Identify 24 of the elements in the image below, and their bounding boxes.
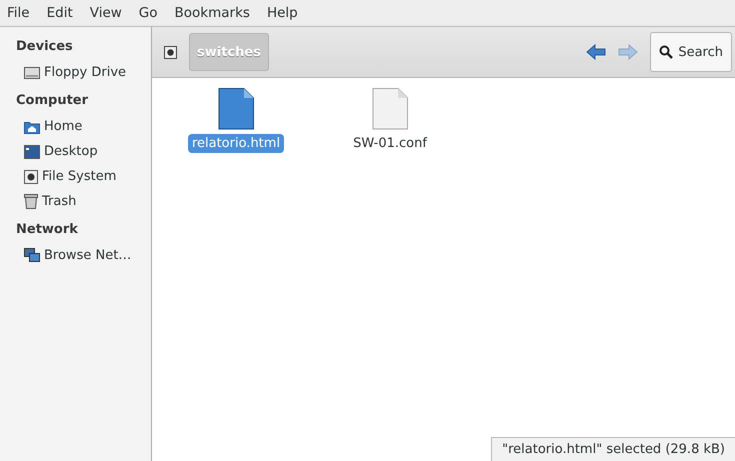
sidebar-heading: Network (15, 221, 79, 239)
search-icon (659, 45, 674, 59)
menu-item[interactable]: Edit (46, 5, 80, 21)
back-arrow-icon[interactable] (586, 44, 606, 60)
drive-icon (24, 66, 40, 80)
menu-item[interactable]: View (90, 5, 129, 21)
network-icon (24, 248, 40, 263)
trash-icon (24, 194, 38, 209)
menu-item[interactable]: Help (266, 5, 305, 21)
drive-icon[interactable] (164, 46, 177, 58)
file-name[interactable]: SW-01.conf (349, 134, 431, 153)
sidebar-heading: Computer (15, 92, 90, 110)
menu-item[interactable]: Go (138, 5, 165, 21)
sidebar-heading: Devices (15, 38, 74, 56)
sidebar-item[interactable]: Browse Net… (0, 241, 151, 270)
folder-icon (24, 120, 40, 134)
menu-item[interactable]: File (7, 5, 37, 21)
sidebar-item[interactable]: Floppy Drive (0, 58, 151, 87)
search-button[interactable]: Search (650, 32, 732, 72)
menu-item[interactable]: Bookmarks (174, 5, 257, 21)
document-icon[interactable] (217, 87, 255, 131)
desktop-icon (24, 144, 40, 158)
drive-icon (24, 170, 38, 184)
status-text: "relatorio.html" selected (29.8 kB) (491, 437, 735, 461)
